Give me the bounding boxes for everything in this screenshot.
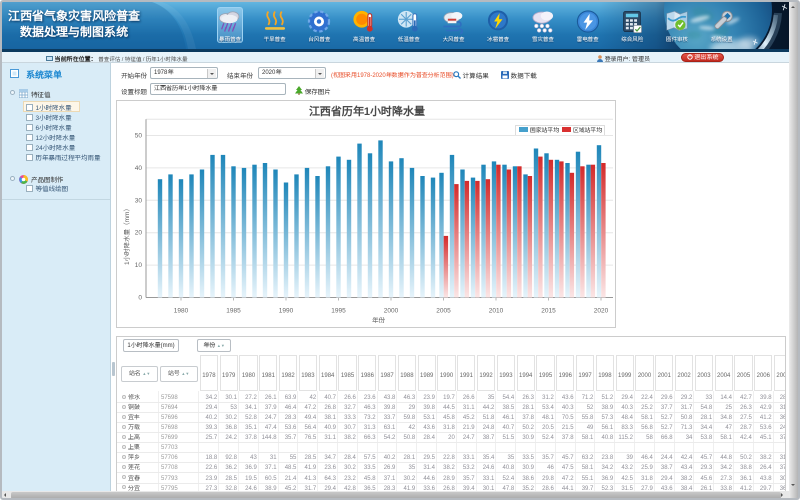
svg-text:2020: 2020 (594, 308, 609, 315)
svg-text:50: 50 (135, 133, 143, 140)
svg-text:1985: 1985 (226, 308, 241, 315)
svg-text:0: 0 (138, 295, 142, 302)
svg-text:年份: 年份 (372, 317, 386, 325)
svg-text:1995: 1995 (331, 308, 346, 315)
svg-text:20: 20 (135, 230, 143, 237)
svg-text:1990: 1990 (279, 308, 294, 315)
svg-text:40: 40 (135, 165, 143, 172)
svg-text:30: 30 (135, 197, 143, 204)
svg-text:1小时降水量（mm）: 1小时降水量（mm） (123, 205, 131, 265)
svg-text:2015: 2015 (541, 308, 556, 315)
svg-text:10: 10 (135, 262, 143, 269)
svg-text:2005: 2005 (436, 308, 451, 315)
svg-text:2010: 2010 (489, 308, 504, 315)
svg-text:1980: 1980 (174, 308, 189, 315)
svg-text:2000: 2000 (384, 308, 399, 315)
